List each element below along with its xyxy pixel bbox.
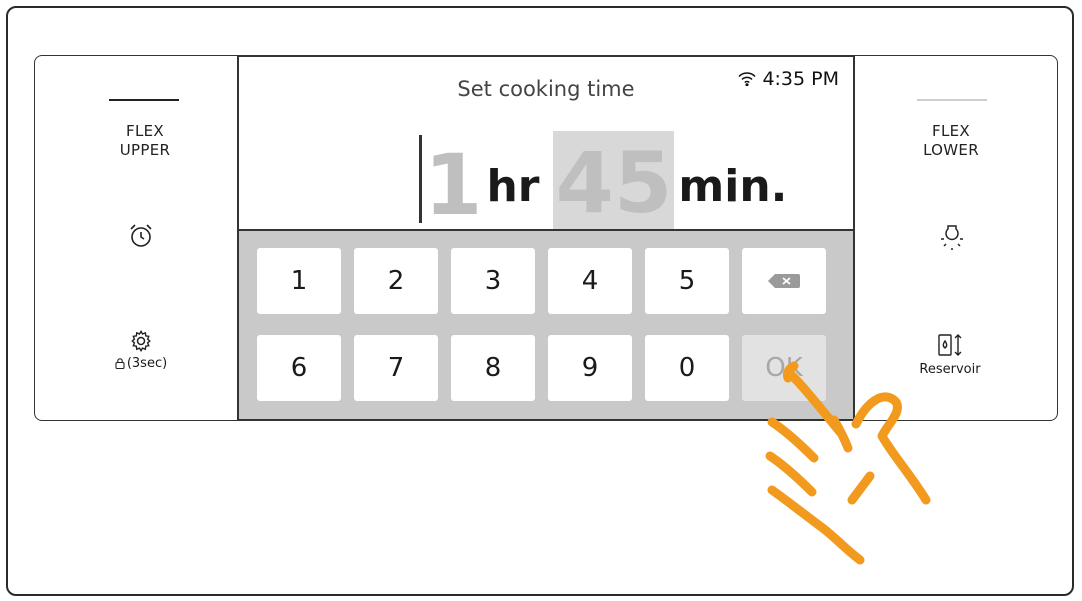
- flex-lower-button[interactable]: FLEX LOWER: [881, 122, 1021, 160]
- flex-lower-label-1: FLEX: [932, 122, 970, 140]
- hours-value[interactable]: 1: [424, 135, 482, 235]
- flex-upper-label-1: FLEX: [126, 122, 164, 140]
- flex-upper-button[interactable]: FLEX UPPER: [75, 122, 215, 160]
- hours-unit: hr: [486, 161, 540, 212]
- backspace-button[interactable]: [742, 248, 826, 314]
- minutes-field[interactable]: 45: [553, 131, 675, 235]
- key-6[interactable]: 6: [257, 335, 341, 401]
- key-9[interactable]: 9: [548, 335, 632, 401]
- flex-upper-label-2: UPPER: [119, 141, 171, 159]
- text-cursor: [419, 135, 422, 223]
- gear-icon: [131, 329, 151, 353]
- pointing-hand-icon: [760, 360, 940, 589]
- key-3[interactable]: 3: [451, 248, 535, 314]
- key-4[interactable]: 4: [548, 248, 632, 314]
- lock-duration-label: (3sec): [126, 356, 168, 371]
- key-7[interactable]: 7: [354, 335, 438, 401]
- wifi-icon: [738, 72, 756, 86]
- lock-icon: [115, 358, 125, 369]
- minutes-value: 45: [555, 134, 673, 232]
- key-5[interactable]: 5: [645, 248, 729, 314]
- key-0[interactable]: 0: [645, 335, 729, 401]
- key-1[interactable]: 1: [257, 248, 341, 314]
- reservoir-icon: [938, 334, 962, 356]
- upper-active-indicator: [109, 99, 179, 101]
- alarm-clock-icon[interactable]: [127, 222, 155, 254]
- key-8[interactable]: 8: [451, 335, 535, 401]
- settings-lock-button[interactable]: (3sec): [105, 329, 177, 371]
- backspace-icon: [768, 274, 800, 288]
- status-clock: 4:35 PM: [738, 68, 839, 90]
- light-bulb-icon[interactable]: [937, 222, 967, 256]
- key-2[interactable]: 2: [354, 248, 438, 314]
- time-entry: 1 hr 45 min.: [419, 125, 787, 235]
- lower-inactive-indicator: [917, 99, 987, 101]
- minutes-unit: min.: [678, 161, 788, 212]
- clock-text: 4:35 PM: [762, 68, 839, 90]
- flex-lower-label-2: LOWER: [923, 141, 979, 159]
